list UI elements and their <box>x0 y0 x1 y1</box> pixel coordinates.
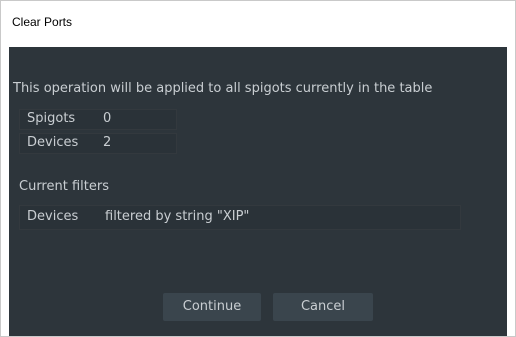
title-bar[interactable]: Clear Ports <box>1 1 515 47</box>
clear-ports-dialog: Clear Ports This operation will be appli… <box>0 0 516 337</box>
cancel-button[interactable]: Cancel <box>273 293 373 321</box>
continue-button[interactable]: Continue <box>163 293 261 321</box>
operation-message: This operation will be applied to all sp… <box>13 81 433 96</box>
current-filters-heading: Current filters <box>19 179 109 194</box>
devices-label: Devices <box>27 135 79 150</box>
dialog-body: This operation will be applied to all sp… <box>9 47 507 336</box>
spigots-label: Spigots <box>27 111 76 126</box>
dialog-title: Clear Ports <box>12 15 73 29</box>
filter-label: Devices <box>27 209 79 224</box>
filter-value: filtered by string "XIP" <box>105 209 250 224</box>
spigots-value: 0 <box>103 111 112 126</box>
devices-value: 2 <box>103 135 112 150</box>
